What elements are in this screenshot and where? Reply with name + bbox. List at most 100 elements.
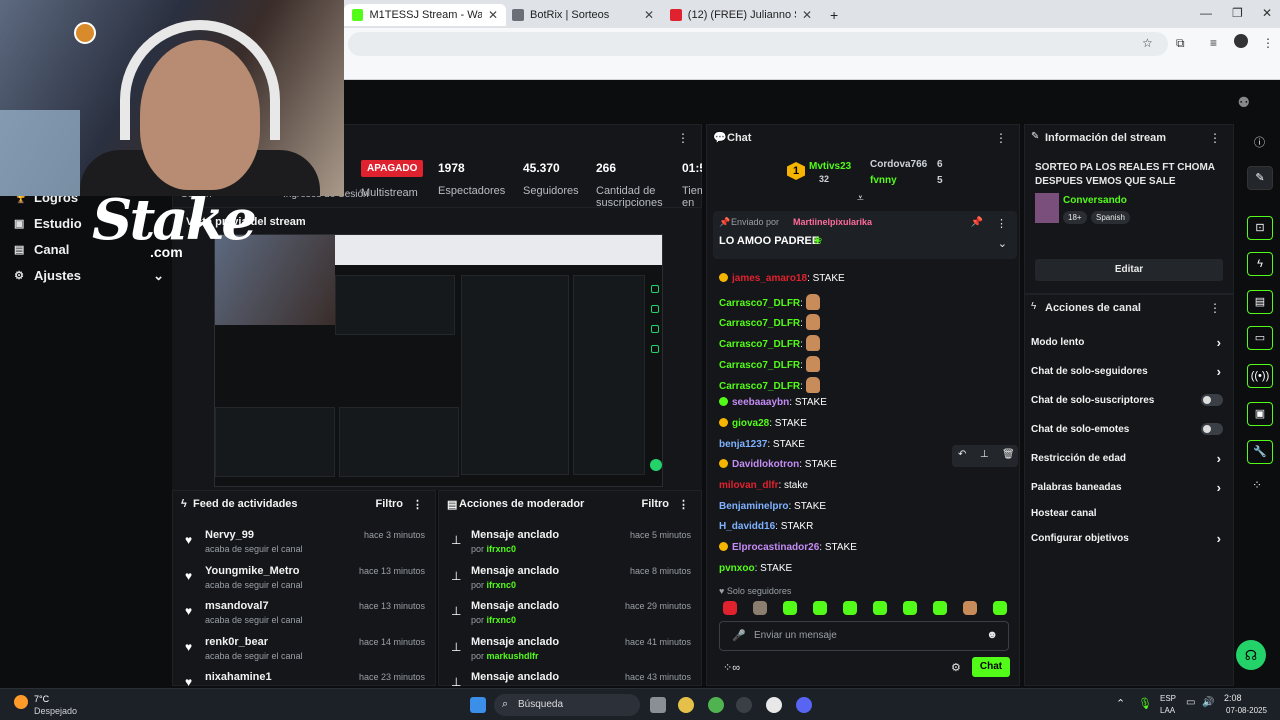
toggle-switch[interactable] bbox=[1201, 423, 1223, 435]
chat-message[interactable]: Carrasco7_DLFR: bbox=[719, 335, 820, 352]
pinned-sender[interactable]: Martiinelpixularika bbox=[793, 217, 872, 227]
feed-username[interactable]: Nervy_99 bbox=[205, 529, 254, 541]
chat-username[interactable]: milovan_dlfr bbox=[719, 480, 778, 491]
kebab-menu-icon[interactable]: ⋮ bbox=[1209, 301, 1221, 315]
support-headset-icon[interactable]: ☊ bbox=[1236, 640, 1266, 670]
browser-tab-botrix[interactable]: BotRix | Sorteos ✕ bbox=[504, 4, 662, 26]
emote-icon[interactable] bbox=[783, 601, 797, 615]
emote-icon[interactable] bbox=[903, 601, 917, 615]
profile-avatar[interactable] bbox=[1234, 34, 1248, 48]
chat-username[interactable]: Carrasco7_DLFR bbox=[719, 298, 800, 309]
leaderboard-top-user[interactable]: Mvtivs23 bbox=[809, 161, 851, 172]
chat-username[interactable]: benja1237 bbox=[719, 439, 767, 450]
browser-tab-kick[interactable]: M1TESSJ Stream - Watch Live o ✕ bbox=[344, 4, 506, 26]
chevron-down-icon[interactable]: ⌄ bbox=[998, 237, 1007, 250]
emote-icon[interactable] bbox=[753, 601, 767, 615]
channel-action-row[interactable]: Chat de solo-emotes bbox=[1031, 423, 1227, 435]
apps-icon[interactable]: ⁘ bbox=[1252, 478, 1262, 492]
chat-username[interactable]: Carrasco7_DLFR bbox=[719, 360, 800, 371]
leaderboard-user[interactable]: Cordova766 bbox=[870, 159, 927, 170]
url-input[interactable] bbox=[348, 32, 1168, 56]
filter-button[interactable]: Filtro bbox=[642, 498, 670, 510]
discord-icon[interactable] bbox=[796, 697, 812, 713]
chrome-icon[interactable] bbox=[678, 697, 694, 713]
emote-icon[interactable] bbox=[963, 601, 977, 615]
feed-username[interactable]: renk0r_bear bbox=[205, 636, 268, 648]
sidebar-item-ajustes[interactable]: ⚙ Ajustes ⌄ bbox=[14, 268, 164, 284]
moderator-username[interactable]: markushdlfr bbox=[487, 651, 539, 661]
stream-preview-video[interactable] bbox=[214, 234, 663, 487]
obs-icon[interactable] bbox=[736, 697, 752, 713]
emote-icon[interactable] bbox=[873, 601, 887, 615]
chat-message[interactable]: Carrasco7_DLFR: bbox=[719, 293, 820, 310]
wrench-tool-icon[interactable]: 🔧 bbox=[1247, 440, 1273, 464]
channel-action-row[interactable]: Palabras baneadas › bbox=[1031, 480, 1227, 495]
moderator-username[interactable]: ifrxnc0 bbox=[487, 580, 517, 590]
kebab-menu-icon[interactable]: ⋮ bbox=[1209, 131, 1221, 145]
clock-time[interactable]: 2:08 bbox=[1224, 693, 1242, 703]
moderator-username[interactable]: ifrxnc0 bbox=[487, 544, 517, 554]
stream-category[interactable]: Conversando bbox=[1063, 195, 1127, 206]
user-avatar-icon[interactable]: ⚉ bbox=[1237, 94, 1250, 111]
chat-username[interactable]: Carrasco7_DLFR bbox=[719, 318, 800, 329]
emote-icon[interactable] bbox=[813, 601, 827, 615]
volume-icon[interactable]: 🔊 bbox=[1202, 697, 1214, 708]
chat-message[interactable]: Carrasco7_DLFR: bbox=[719, 376, 820, 393]
chat-tools-icon[interactable]: ⁘∞ bbox=[723, 661, 740, 674]
feed-username[interactable]: msandoval7 bbox=[205, 600, 269, 612]
language-indicator[interactable]: ESP bbox=[1160, 694, 1176, 703]
chat-message[interactable]: seebaaaybn: STAKE bbox=[719, 397, 827, 408]
emote-icon[interactable] bbox=[993, 601, 1007, 615]
minimize-icon[interactable]: — bbox=[1200, 6, 1212, 20]
feed-username[interactable]: Youngmike_Metro bbox=[205, 565, 300, 577]
kebab-menu-icon[interactable]: ⋮ bbox=[677, 131, 689, 145]
bolt-tool-icon[interactable]: ϟ bbox=[1247, 252, 1273, 276]
clipboard-tool-icon[interactable]: ▤ bbox=[1247, 290, 1273, 314]
chat-username[interactable]: Carrasco7_DLFR bbox=[719, 381, 800, 392]
bookmark-star-icon[interactable]: ☆ bbox=[1142, 36, 1153, 50]
edit-stream-button[interactable]: Editar bbox=[1035, 259, 1223, 281]
mod-action-row[interactable]: ⊥ Mensaje anclado por ifrxnc0 hace 5 minuto… bbox=[439, 527, 701, 563]
media-player-icon[interactable] bbox=[766, 697, 782, 713]
chat-username[interactable]: Elprocastinador26 bbox=[732, 542, 819, 553]
chat-username[interactable]: Carrasco7_DLFR bbox=[719, 339, 800, 350]
reading-list-icon[interactable]: ≡ bbox=[1210, 36, 1217, 50]
chat-username[interactable]: H_davidd16 bbox=[719, 521, 775, 532]
emote-icon[interactable] bbox=[723, 601, 737, 615]
chat-message-input[interactable]: 🎤 Enviar un mensaje ☻ bbox=[719, 621, 1009, 651]
scan-tool-icon[interactable]: ⊡ bbox=[1247, 216, 1273, 240]
chat-message[interactable]: Benjaminelpro: STAKE bbox=[719, 501, 826, 512]
expand-leaderboard-icon[interactable]: ⩡ bbox=[857, 191, 864, 206]
emote-icon[interactable] bbox=[933, 601, 947, 615]
windows-start-icon[interactable] bbox=[470, 697, 486, 713]
kebab-menu-icon[interactable]: ⋮ bbox=[678, 498, 689, 511]
close-tab-icon[interactable]: ✕ bbox=[488, 8, 498, 22]
pin-message-icon[interactable]: ⊥ bbox=[980, 449, 989, 460]
channel-action-row[interactable]: Chat de solo-seguidores › bbox=[1031, 364, 1227, 379]
leaderboard-user[interactable]: fvnny bbox=[870, 175, 897, 186]
toggle-switch[interactable] bbox=[1201, 394, 1223, 406]
chat-message[interactable]: H_davidd16: STAKR bbox=[719, 521, 813, 532]
microphone-tray-icon[interactable]: 🎙 bbox=[1138, 697, 1152, 710]
chat-message[interactable]: giova28: STAKE bbox=[719, 417, 807, 429]
weather-temp[interactable]: 7°C bbox=[34, 694, 49, 704]
channel-action-row[interactable]: Configurar objetivos › bbox=[1031, 531, 1227, 546]
info-icon[interactable]: ⓘ bbox=[1254, 134, 1265, 150]
category-thumbnail[interactable] bbox=[1035, 193, 1059, 223]
emote-icon[interactable] bbox=[843, 601, 857, 615]
feed-row[interactable]: ♥ renk0r_bear acaba de seguir el canal hace… bbox=[173, 634, 435, 670]
mod-action-row[interactable]: ⊥ Mensaje anclado por ifrxnc0 hace 8 minuto… bbox=[439, 563, 701, 599]
network-icon[interactable]: ▭ bbox=[1186, 697, 1195, 708]
channel-action-row[interactable]: Restricción de edad › bbox=[1031, 451, 1227, 466]
kebab-menu-icon[interactable]: ⋮ bbox=[996, 217, 1007, 230]
filter-button[interactable]: Filtro bbox=[376, 498, 404, 510]
chat-message[interactable]: pvnxoo: STAKE bbox=[719, 563, 792, 574]
chrome-active-icon[interactable] bbox=[708, 697, 724, 713]
channel-action-row[interactable]: Hostear canal bbox=[1031, 508, 1227, 519]
chat-settings-gear-icon[interactable]: ⚙ bbox=[951, 661, 961, 674]
chat-message[interactable]: benja1237: STAKE bbox=[719, 439, 805, 450]
layout-tool-icon[interactable]: ▣ bbox=[1247, 402, 1273, 426]
chat-message[interactable]: james_amaro18: STAKE bbox=[719, 273, 845, 284]
kebab-menu-icon[interactable]: ⋮ bbox=[412, 498, 423, 511]
sidebar-item-estudio[interactable]: ▣ Estudio bbox=[14, 216, 82, 231]
